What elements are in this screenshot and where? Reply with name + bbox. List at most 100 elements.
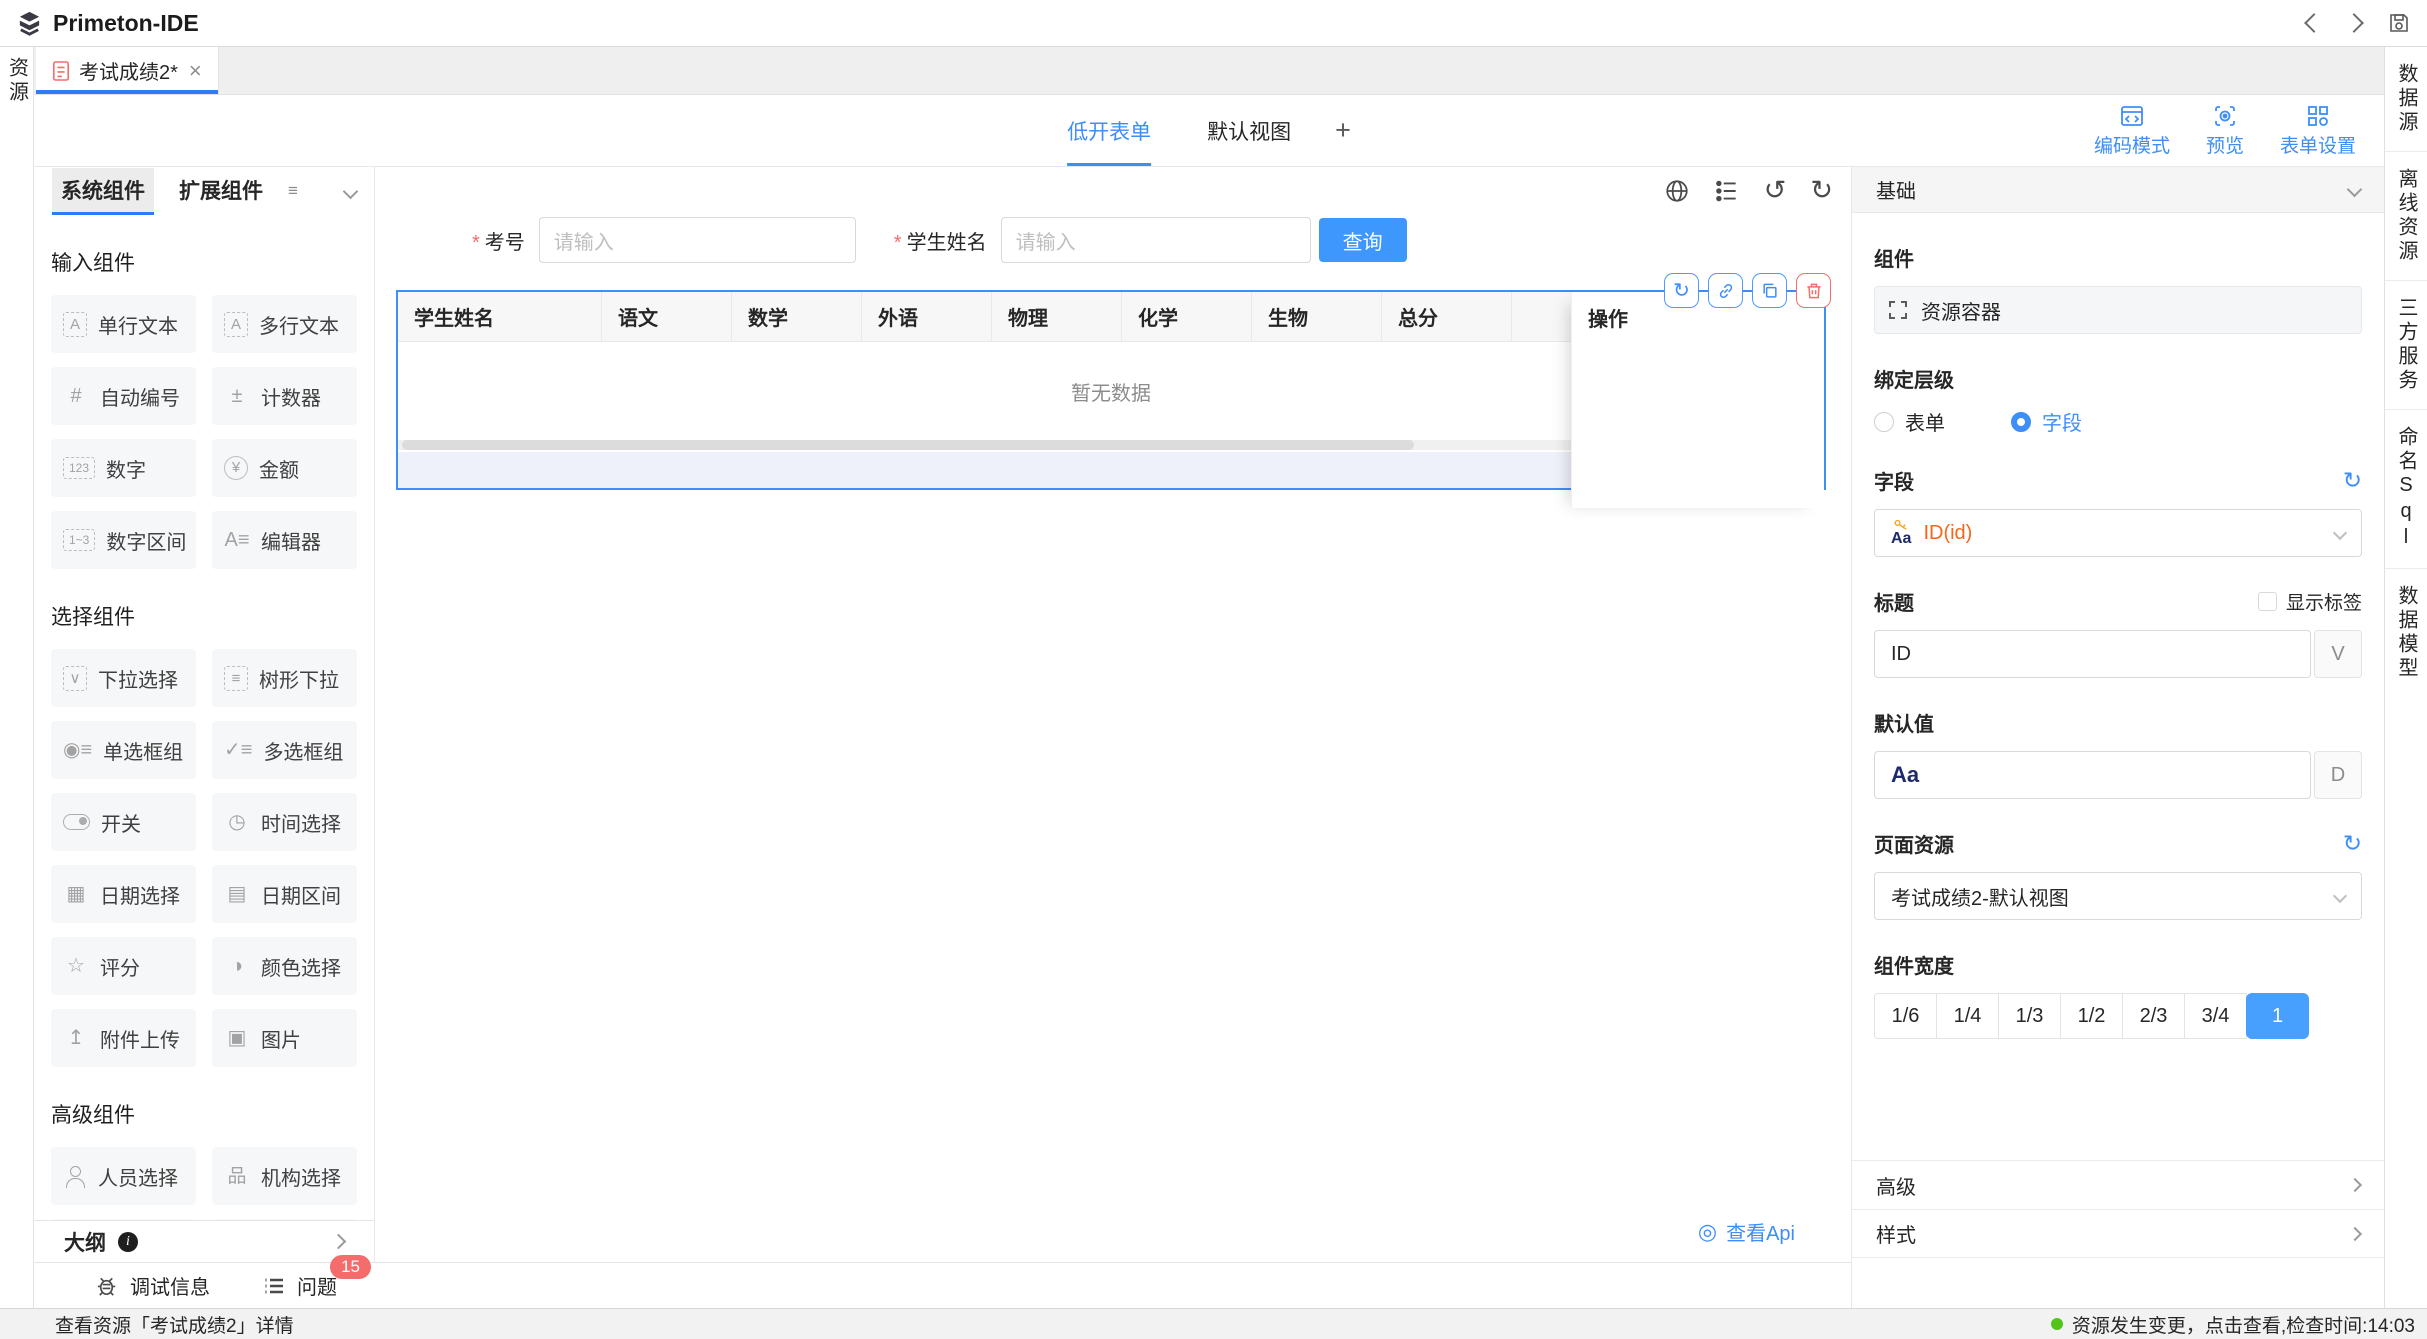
forward-icon[interactable] <box>2344 13 2364 33</box>
table-column-header[interactable]: 外语 <box>862 292 992 341</box>
component-item[interactable]: A 多行文本 <box>212 295 357 353</box>
binding-radio[interactable]: 字段 <box>2011 407 2082 436</box>
table-column-header[interactable]: 语文 <box>602 292 732 341</box>
code-mode-button[interactable]: 编码模式 <box>2094 103 2170 158</box>
width-option[interactable]: 1 <box>2246 993 2309 1039</box>
undo-icon[interactable]: ↺ <box>1764 177 1787 204</box>
component-item[interactable]: ◉≡ 单选框组 <box>51 721 196 779</box>
width-option[interactable]: 3/4 <box>2184 993 2247 1039</box>
component-item[interactable]: 品 机构选择 <box>212 1147 357 1205</box>
table-column-header[interactable]: 数学 <box>732 292 862 341</box>
component-item[interactable]: ≡ 树形下拉 <box>212 649 357 707</box>
debug-info-button[interactable]: 调试信息 <box>94 1271 210 1300</box>
form-settings-button[interactable]: 表单设置 <box>2280 103 2356 158</box>
chevron-right-icon[interactable] <box>331 1234 347 1250</box>
show-label-option[interactable]: 显示标签 <box>2258 588 2362 615</box>
sync-page-resource-icon[interactable]: ↻ <box>2343 832 2362 855</box>
table-column-header[interactable]: 物理 <box>992 292 1122 341</box>
bind-link-button[interactable] <box>1708 273 1743 308</box>
title-suffix-button[interactable]: V <box>2314 630 2362 678</box>
component-item[interactable]: ☆ 评分 <box>51 937 196 995</box>
right-rail-item[interactable]: 数据模型 <box>2385 569 2427 697</box>
component-item[interactable]: ↥ 附件上传 <box>51 1009 196 1067</box>
scrollbar-thumb[interactable] <box>402 440 1414 450</box>
component-icon: ∨ <box>63 666 87 691</box>
width-option[interactable]: 1/3 <box>1998 993 2061 1039</box>
problems-button[interactable]: 问题 15 <box>262 1271 337 1300</box>
outline-tree-icon[interactable] <box>1714 178 1740 204</box>
right-rail-item[interactable]: 数据源 <box>2385 47 2427 152</box>
i18n-globe-icon[interactable] <box>1664 178 1690 204</box>
search-button[interactable]: 查询 <box>1319 218 1407 262</box>
component-item[interactable]: # 自动编号 <box>51 367 196 425</box>
view-api-link[interactable]: ◎ 查看Api <box>1698 1217 1795 1246</box>
component-item[interactable]: ✓≡ 多选框组 <box>212 721 357 779</box>
table-column-header[interactable]: 化学 <box>1122 292 1252 341</box>
component-icon: ↥ <box>63 1028 89 1048</box>
page-resource-select[interactable]: 考试成绩2-默认视图 <box>1874 872 2362 920</box>
add-view-button[interactable]: + <box>1335 115 1351 146</box>
component-item[interactable]: ▣ 图片 <box>212 1009 357 1067</box>
component-item[interactable]: ◷ 时间选择 <box>212 793 357 851</box>
component-item[interactable]: ∨ 下拉选择 <box>51 649 196 707</box>
save-icon[interactable] <box>2387 11 2411 35</box>
right-rail-item[interactable]: 命名Sql <box>2385 410 2427 569</box>
default-suffix-button[interactable]: D <box>2314 751 2362 799</box>
left-rail-resources[interactable]: 资源 <box>6 57 28 1308</box>
width-option[interactable]: 2/3 <box>2122 993 2185 1039</box>
width-option[interactable]: 1/2 <box>2060 993 2123 1039</box>
binding-radio[interactable]: 表单 <box>1874 407 1945 436</box>
width-option[interactable]: 1/6 <box>1874 993 1937 1039</box>
student-name-input[interactable]: 请输入 <box>1001 217 1311 263</box>
component-item-label: 机构选择 <box>261 1162 341 1191</box>
form-canvas[interactable]: ↺ ↻ *考号 请输入 *学生姓名 请输入 查询 ↻ <box>375 167 1851 1262</box>
close-icon[interactable]: × <box>189 58 202 84</box>
component-item[interactable]: 人员选择 <box>51 1147 196 1205</box>
props-section-row[interactable]: 样式 <box>1852 1209 2384 1258</box>
delete-button[interactable] <box>1796 273 1831 308</box>
tab-system-components[interactable]: 系统组件 <box>52 168 154 215</box>
chevron-down-icon[interactable] <box>2347 182 2363 198</box>
view-tab[interactable]: 默认视图 <box>1207 95 1291 166</box>
right-rail-item[interactable]: 三方服务 <box>2385 281 2427 410</box>
field-select[interactable]: Aa ID(id) <box>1874 509 2362 557</box>
preview-button[interactable]: 预览 <box>2206 103 2244 158</box>
component-item[interactable]: 开关 <box>51 793 196 851</box>
show-label-checkbox[interactable] <box>2258 592 2277 611</box>
sync-field-icon[interactable]: ↻ <box>2343 469 2362 492</box>
title-input[interactable]: ID <box>1874 630 2311 678</box>
table-column-header[interactable]: 学生姓名 <box>398 292 602 341</box>
hamburger-icon[interactable]: ≡ <box>288 181 298 201</box>
component-item[interactable]: A 单行文本 <box>51 295 196 353</box>
table-column-header[interactable]: 生物 <box>1252 292 1382 341</box>
width-option[interactable]: 1/4 <box>1936 993 1999 1039</box>
status-left-text[interactable]: 查看资源「考试成绩2」详情 <box>55 1311 294 1338</box>
status-right[interactable]: 资源发生变更，点击查看,检查时间:14:03 <box>2051 1311 2415 1338</box>
copy-button[interactable] <box>1752 273 1787 308</box>
view-tab[interactable]: 低开表单 <box>1067 95 1151 166</box>
table-column-header[interactable]: 总分 <box>1382 292 1512 341</box>
collapse-panel-icon[interactable] <box>343 183 359 199</box>
page-resource-value: 考试成绩2-默认视图 <box>1891 882 2069 911</box>
data-grid-container[interactable]: ↻ <box>396 290 1826 490</box>
outline-bar[interactable]: 大纲 i <box>34 1220 374 1262</box>
component-item[interactable]: 123 数字 <box>51 439 196 497</box>
back-icon[interactable] <box>2304 13 2324 33</box>
component-item[interactable]: ± 计数器 <box>212 367 357 425</box>
exam-no-input[interactable]: 请输入 <box>539 217 856 263</box>
refresh-button[interactable]: ↻ <box>1664 273 1699 308</box>
component-item[interactable]: ▤ 日期区间 <box>212 865 357 923</box>
component-item[interactable]: 1~3 数字区间 <box>51 511 196 569</box>
tab-extension-components[interactable]: 扩展组件 <box>170 168 272 215</box>
props-section-basic[interactable]: 基础 <box>1852 167 2384 213</box>
component-type-box[interactable]: 资源容器 <box>1874 286 2362 334</box>
right-rail-item[interactable]: 离线资源 <box>2385 152 2427 281</box>
component-item[interactable]: ▦ 日期选择 <box>51 865 196 923</box>
component-item[interactable]: ¥ 金额 <box>212 439 357 497</box>
component-item[interactable]: A≡ 编辑器 <box>212 511 357 569</box>
default-value-input[interactable]: Aa <box>1874 751 2311 799</box>
component-item[interactable]: ◑ 颜色选择 <box>212 937 357 995</box>
props-section-row[interactable]: 高级 <box>1852 1160 2384 1209</box>
file-tab[interactable]: 考试成绩2* × <box>36 47 219 94</box>
redo-icon[interactable]: ↻ <box>1810 177 1833 204</box>
